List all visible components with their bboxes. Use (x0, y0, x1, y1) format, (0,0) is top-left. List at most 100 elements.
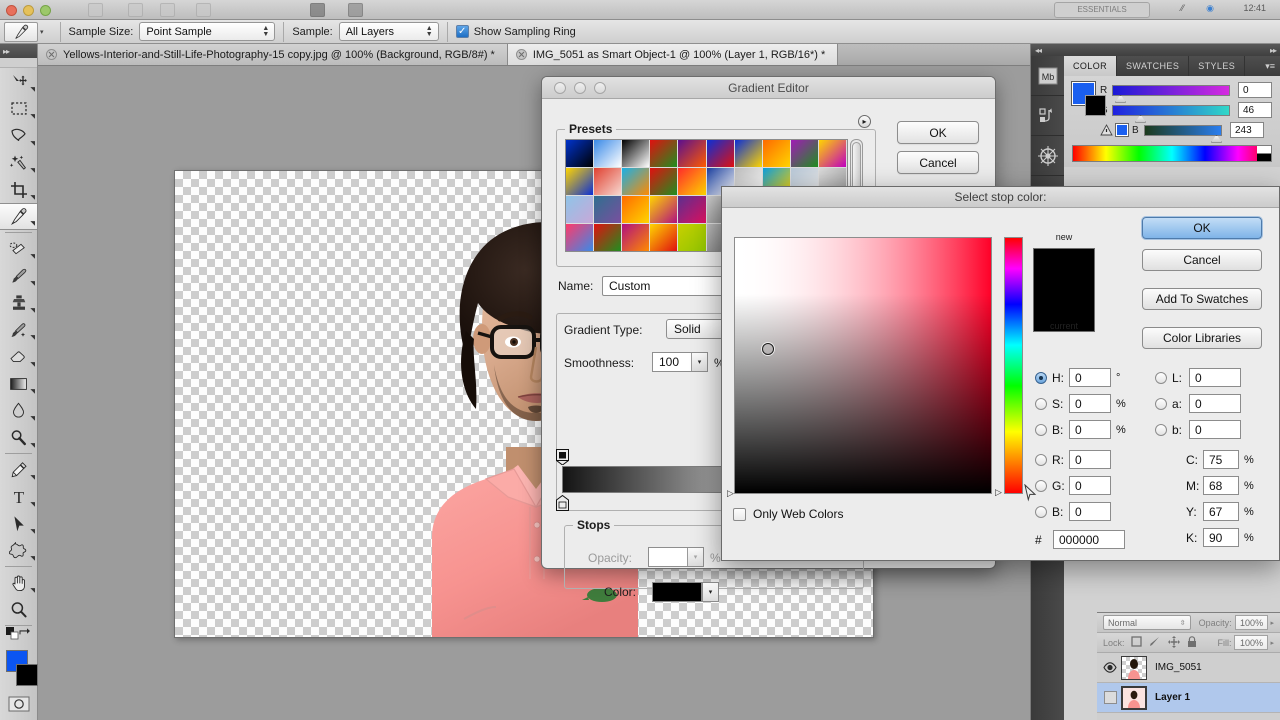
cmyk-row-y[interactable]: Y: 67 % (1186, 502, 1254, 521)
gradient-preset-5[interactable] (678, 140, 707, 168)
sidebar-tool-marquee[interactable]: ◥ (0, 95, 37, 122)
tool-flyout-arrow-icon-15[interactable]: ◥ (30, 474, 35, 481)
panel-menu-icon[interactable]: ▾≡ (1265, 61, 1275, 72)
document-tab-1[interactable]: Yellows-Interior-and-Still-Life-Photogra… (38, 44, 508, 65)
toolbar-collapse-handle[interactable]: ▸▸ (0, 44, 37, 58)
channel-value-b[interactable]: 243 (1230, 122, 1264, 138)
blend-mode-select[interactable]: Normal ⇳ (1103, 615, 1191, 630)
close-icon[interactable] (46, 49, 57, 60)
slider-thumb-b[interactable] (1211, 134, 1222, 143)
gradient-preset-13[interactable] (622, 168, 651, 196)
dock-collapse-bar[interactable]: ◂◂ ▸▸ (1031, 44, 1280, 56)
tool-flyout-arrow-icon-7[interactable]: ◥ (30, 253, 35, 260)
rgb-row-g[interactable]: G: 0 (1035, 476, 1111, 495)
layer-visibility-toggle-2[interactable] (1099, 691, 1121, 704)
gradient-preset-10[interactable] (818, 140, 847, 168)
rail-history-button[interactable] (1031, 96, 1064, 136)
gradient-preset-23[interactable] (622, 196, 651, 224)
tool-flyout-arrow-icon-5[interactable]: ◥ (30, 194, 35, 201)
sidebar-tool-pen[interactable]: ◥ (0, 456, 37, 483)
spectrum-white-black-chip[interactable] (1257, 146, 1271, 161)
color-channel-r[interactable]: R 0 (1100, 82, 1272, 103)
tool-flyout-arrow-icon-16[interactable]: ◥ (30, 501, 35, 508)
input-b-blue[interactable]: 0 (1069, 502, 1111, 521)
gradient-preset-35[interactable] (678, 224, 707, 251)
toolbar-drag-dots[interactable] (0, 58, 37, 68)
lock-image-icon[interactable] (1149, 636, 1161, 649)
tab-swatches[interactable]: SWATCHES (1117, 56, 1190, 76)
stop-color-dropdown-button[interactable]: ▾ (702, 582, 719, 602)
hue-slider[interactable] (1004, 237, 1023, 494)
hsb-row-b[interactable]: B: 0 % (1035, 420, 1126, 439)
input-r[interactable]: 0 (1069, 450, 1111, 469)
sample-size-select[interactable]: Point Sample ▲ ▼ (139, 22, 276, 41)
print-icon[interactable] (348, 3, 363, 17)
tool-flyout-arrow-icon-10[interactable]: ◥ (30, 334, 35, 341)
dock-collapse-left-icon[interactable]: ◂◂ (1035, 46, 1042, 55)
tool-flyout-arrow-icon-18[interactable]: ◥ (30, 555, 35, 562)
view-extras-icon[interactable] (160, 3, 175, 17)
tool-preset-arrow-icon[interactable]: ▾ (40, 28, 44, 36)
color-libraries-button[interactable]: Color Libraries (1142, 327, 1262, 349)
input-c[interactable]: 75 (1203, 450, 1239, 469)
stop-opacity-dropdown-button[interactable]: ▾ (687, 548, 703, 566)
lock-all-icon[interactable] (1187, 635, 1197, 650)
gradient-preset-8[interactable] (762, 140, 791, 168)
gradient-preset-31[interactable] (566, 224, 595, 251)
sidebar-tool-type[interactable]: T ◥ (0, 483, 37, 510)
mini-bridge-icon[interactable] (128, 3, 143, 17)
color-stop-marker[interactable] (556, 494, 569, 511)
color-panel-background-swatch[interactable] (1085, 95, 1106, 116)
layer-visibility-toggle[interactable] (1099, 662, 1121, 673)
color-field-marker[interactable] (762, 343, 774, 355)
sidebar-tool-eraser[interactable]: ◥ (0, 343, 37, 370)
gradient-preset-11[interactable] (566, 168, 595, 196)
lab-row-a[interactable]: a: 0 (1155, 394, 1241, 413)
gradient-preset-25[interactable] (678, 196, 707, 224)
fill-stepper-icon[interactable]: ▸ (1270, 639, 1274, 647)
radio-b-brightness[interactable] (1035, 423, 1047, 436)
color-picker-ok-button[interactable]: OK (1142, 217, 1262, 239)
gradient-preset-21[interactable] (566, 196, 595, 224)
swap-colors-icon[interactable] (19, 627, 31, 645)
radio-g[interactable] (1035, 479, 1047, 492)
smoothness-input[interactable]: 100 ▾ (652, 352, 708, 372)
input-g[interactable]: 0 (1069, 476, 1111, 495)
hsb-row-s[interactable]: S: 0 % (1035, 394, 1126, 413)
screen-mode-icon[interactable] (310, 3, 325, 17)
gradient-preset-24[interactable] (650, 196, 679, 224)
tab-styles[interactable]: STYLES (1189, 56, 1246, 76)
input-a[interactable]: 0 (1189, 394, 1241, 413)
input-h[interactable]: 0 (1069, 368, 1111, 387)
cmyk-row-c[interactable]: C: 75 % (1186, 450, 1254, 469)
rgb-row-b[interactable]: B: 0 (1035, 502, 1111, 521)
channel-value-g[interactable]: 46 (1238, 102, 1272, 118)
smoothness-dropdown-button[interactable]: ▾ (691, 353, 707, 371)
opacity-value[interactable]: 100% (1234, 615, 1269, 630)
table-row-2[interactable]: Layer 1 (1097, 683, 1280, 713)
channel-slider-g[interactable] (1112, 104, 1230, 123)
foreground-background-colors[interactable] (0, 648, 38, 692)
essentials-workspace-button[interactable]: ESSENTIALS (1054, 2, 1150, 18)
input-y[interactable]: 67 (1203, 502, 1239, 521)
input-b-brightness[interactable]: 0 (1069, 420, 1111, 439)
radio-h[interactable] (1035, 371, 1047, 384)
color-channel-b[interactable]: B 243 (1100, 122, 1272, 143)
radio-r[interactable] (1035, 453, 1047, 466)
stop-opacity-input[interactable]: ▾ (648, 547, 704, 567)
input-k[interactable]: 90 (1203, 528, 1239, 547)
radio-a[interactable] (1155, 397, 1167, 410)
channel-slider-b[interactable] (1144, 124, 1222, 143)
show-sampling-ring-checkbox[interactable]: ✓ Show Sampling Ring (455, 25, 582, 38)
input-s[interactable]: 0 (1069, 394, 1111, 413)
menu-extra-icon[interactable]: ⁄⁄ (1181, 3, 1184, 13)
sample-select[interactable]: All Layers ▲ ▼ (338, 22, 439, 41)
background-color-swatch[interactable] (16, 664, 38, 686)
arrange-documents-icon[interactable] (196, 3, 211, 17)
sidebar-tool-history-brush[interactable]: ◥ (0, 316, 37, 343)
lock-transparency-icon[interactable] (1130, 636, 1142, 649)
sidebar-tool-hand[interactable]: ◥ (0, 569, 37, 596)
sidebar-tool-blur[interactable]: ◥ (0, 397, 37, 424)
rail-mini-bridge-button[interactable]: Mb (1031, 56, 1064, 96)
gradient-preset-12[interactable] (594, 168, 623, 196)
